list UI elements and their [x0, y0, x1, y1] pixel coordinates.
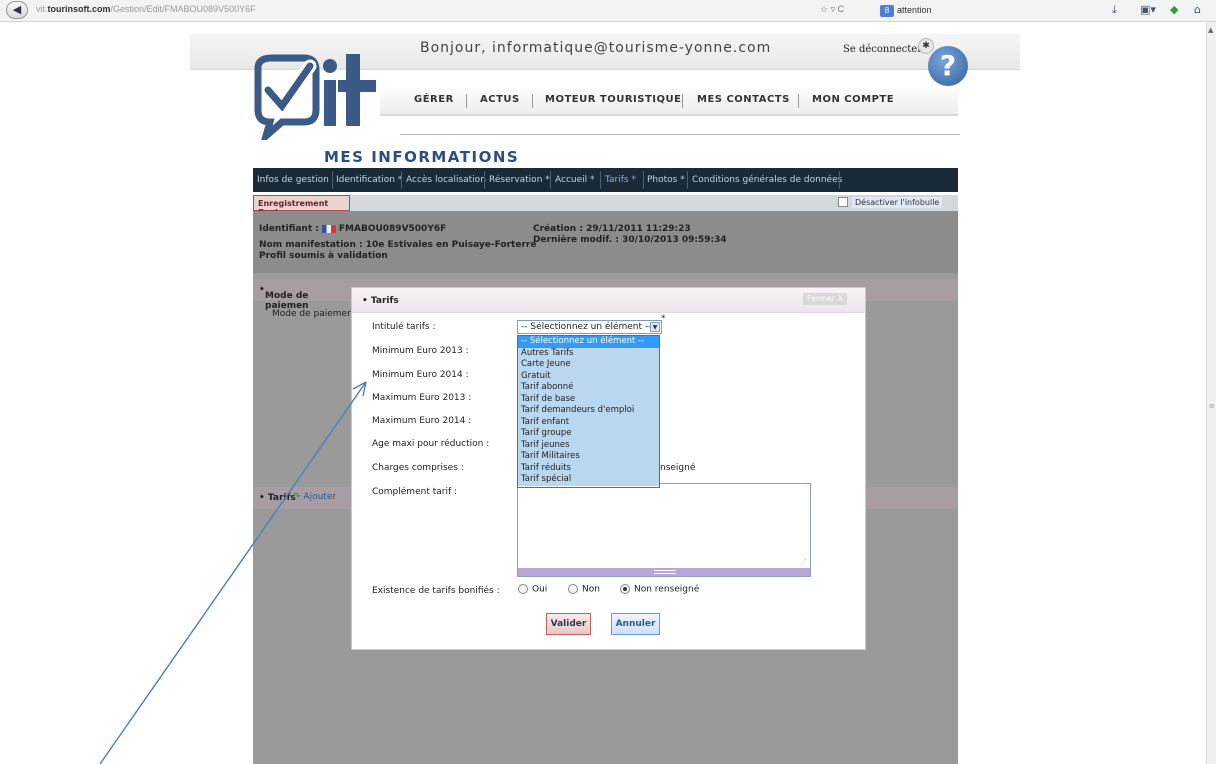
annotation-arrow [99, 381, 367, 764]
